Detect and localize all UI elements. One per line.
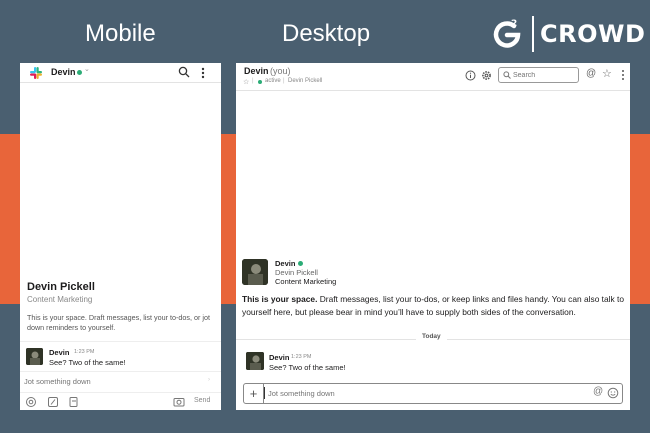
presence-dot: [77, 70, 82, 75]
message-author[interactable]: Devin: [269, 353, 289, 362]
status-text: active: [265, 78, 281, 84]
message-input[interactable]: [268, 387, 568, 400]
slash-command-icon[interactable]: [47, 396, 59, 408]
intro-bold: This is your space.: [242, 294, 318, 304]
search-input[interactable]: [513, 69, 577, 81]
header-fullname: Devin Pickell: [288, 78, 323, 84]
channel-name[interactable]: Devin: [244, 66, 269, 76]
profile-avatar[interactable]: [242, 259, 268, 285]
intro-description: This is your space. Draft messages, list…: [27, 313, 210, 332]
channel-you-label: (you): [270, 66, 291, 76]
search-icon: [503, 71, 511, 79]
gear-icon[interactable]: [481, 70, 492, 81]
chevron-right-icon: ›: [208, 377, 210, 383]
desktop-panel: Devin (you) ☆ | active | Devin Pickell @…: [236, 63, 630, 410]
presence-dot: [258, 80, 262, 84]
at-icon[interactable]: [25, 396, 37, 408]
channel-name[interactable]: Devin: [51, 67, 76, 77]
mobile-heading: Mobile: [85, 20, 156, 47]
emoji-icon[interactable]: [607, 387, 619, 399]
more-vertical-icon[interactable]: [200, 66, 206, 80]
divider: [20, 341, 221, 342]
composer-toolbar: Send: [20, 392, 221, 410]
g2-crowd-logo: 2 CROWD: [490, 14, 645, 54]
message-timestamp: 1:23 PM: [74, 349, 95, 355]
logo-text: CROWD: [540, 20, 646, 48]
intro-title: Devin Pickell: [27, 281, 95, 293]
chevron-down-icon[interactable]: ⌄: [84, 65, 90, 73]
divider: [20, 371, 221, 372]
channel-header: Devin (you) ☆ | active | Devin Pickell @…: [236, 63, 630, 91]
separator: |: [252, 78, 254, 84]
g2-logo-mark: 2: [490, 17, 524, 51]
message-text: See? Two of the same!: [269, 363, 346, 372]
desktop-heading: Desktop: [282, 20, 371, 47]
message-author[interactable]: Devin: [49, 348, 69, 357]
message-timestamp: 1:23 PM: [291, 354, 312, 360]
mobile-panel: Devin ⌄ Devin Pickell Content Marketing …: [20, 63, 221, 410]
info-icon[interactable]: [465, 70, 476, 81]
intro-description: This is your space. Draft messages, list…: [242, 293, 626, 319]
star-icon[interactable]: ☆: [243, 78, 249, 86]
search-icon[interactable]: [178, 66, 190, 78]
mention-icon[interactable]: @: [593, 386, 603, 397]
mentions-icon[interactable]: @: [586, 68, 596, 79]
text-cursor: [264, 387, 265, 399]
image-icon[interactable]: [173, 396, 185, 408]
starred-icon[interactable]: ☆: [602, 67, 612, 80]
more-vertical-icon[interactable]: [621, 69, 625, 81]
logo-superscript: 2: [511, 19, 517, 29]
avatar[interactable]: [26, 348, 43, 365]
profile-role: Content Marketing: [275, 277, 337, 286]
profile-name[interactable]: Devin: [275, 259, 295, 268]
send-button[interactable]: Send: [194, 397, 210, 404]
avatar[interactable]: [246, 352, 264, 370]
mobile-header: Devin ⌄: [20, 63, 221, 83]
presence-dot: [298, 261, 303, 266]
separator: |: [283, 78, 285, 84]
add-attachment-button[interactable]: +: [244, 384, 264, 403]
search-box[interactable]: [498, 67, 579, 83]
profile-fullname: Devin Pickell: [275, 268, 318, 277]
intro-subtitle: Content Marketing: [27, 295, 93, 304]
slack-logo-icon[interactable]: [29, 66, 43, 80]
attachment-icon[interactable]: [68, 396, 80, 408]
message-composer: + @: [243, 383, 623, 404]
day-divider-label: Today: [416, 333, 447, 340]
logo-separator: [532, 16, 534, 52]
message-text: See? Two of the same!: [49, 358, 126, 367]
message-input[interactable]: [24, 374, 214, 388]
